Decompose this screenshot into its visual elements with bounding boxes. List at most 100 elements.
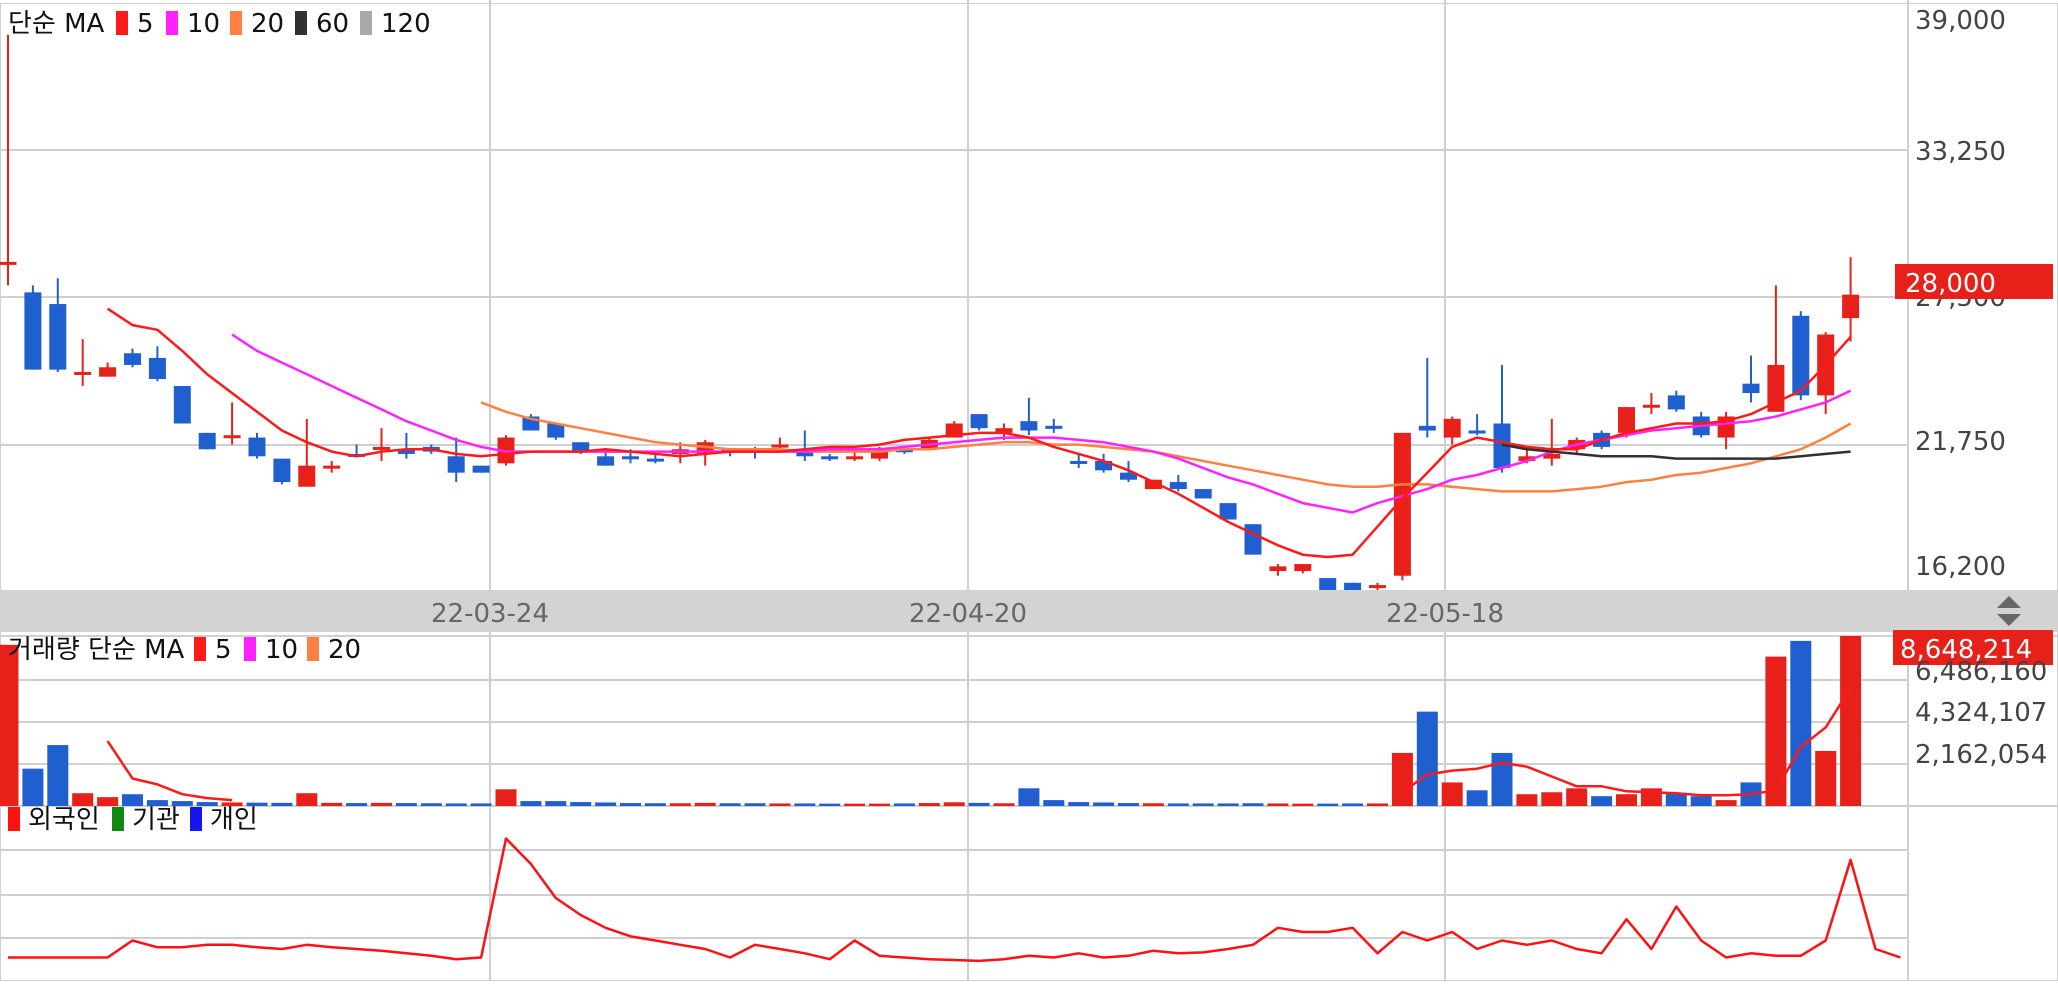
volume-bar	[1416, 711, 1438, 806]
volume-bar	[47, 745, 69, 806]
date-label: 22-04-20	[909, 599, 1027, 629]
volume-bar	[1167, 803, 1189, 806]
volume-bar	[570, 802, 592, 806]
volume-bar	[1192, 803, 1214, 806]
volume-bar	[0, 644, 19, 806]
candle-body	[970, 414, 988, 429]
volume-bar	[893, 803, 915, 806]
volume-bar	[1267, 803, 1289, 806]
date-label: 22-03-24	[431, 599, 549, 629]
volume-bar	[844, 803, 866, 806]
price-series	[0, 34, 1860, 597]
volume-bar	[1840, 636, 1862, 806]
volume-bar	[1591, 796, 1613, 806]
volume-bar	[1142, 803, 1164, 806]
legend-swatch-vma5	[194, 637, 206, 661]
legend-prefix: 단순 MA	[8, 9, 105, 39]
volume-bar	[22, 768, 44, 806]
legend-swatch-ma5	[116, 11, 128, 35]
volume-bar	[1068, 802, 1090, 806]
candle-body	[1294, 564, 1312, 572]
investor-legend: 외국인 기관 개인	[8, 805, 258, 835]
volume-bar	[1118, 803, 1139, 806]
volume-bar	[1765, 656, 1787, 806]
candle-body	[273, 458, 291, 483]
volume-bar	[346, 803, 368, 806]
candle-body	[1045, 425, 1063, 429]
volume-bar	[1566, 788, 1588, 806]
candle-body	[447, 456, 465, 473]
volume-bar	[545, 801, 567, 806]
stock-chart: 22-03-24 22-04-20 22-05-18 39,000 33,250…	[0, 0, 2058, 981]
ma20-line	[480, 401, 1852, 493]
volume-tick: 4,324,107	[1915, 698, 2047, 728]
candle-body	[1269, 566, 1287, 572]
price-grid	[0, 0, 1909, 980]
legend-label: 10	[187, 9, 220, 39]
date-axis-band	[0, 590, 2058, 632]
volume-bar	[1790, 640, 1812, 806]
volume-bar	[470, 803, 492, 806]
volume-bar	[1342, 803, 1364, 806]
candle-body	[1070, 460, 1088, 464]
volume-bar	[1441, 782, 1463, 806]
volume-bar	[1018, 788, 1040, 806]
volume-bar	[968, 802, 990, 806]
legend-swatch-vma10	[244, 637, 256, 661]
volume-bar	[1466, 790, 1488, 806]
legend-label: 20	[251, 9, 284, 39]
volume-bar	[744, 803, 766, 806]
investor-series	[8, 837, 1901, 963]
legend-swatch-institution	[112, 807, 124, 831]
volume-bar	[943, 802, 965, 806]
candle-body	[1194, 489, 1212, 499]
volume-bar	[1715, 800, 1737, 806]
candle-body	[1169, 482, 1187, 490]
volume-bar	[595, 802, 617, 806]
volume-bar	[1043, 800, 1065, 806]
candle-body	[74, 371, 92, 375]
volume-bar	[1217, 803, 1239, 806]
legend-label: 5	[215, 635, 232, 665]
candle-body	[1244, 524, 1262, 555]
candle-body	[1443, 418, 1461, 438]
candle-body	[1618, 407, 1635, 433]
candle-body	[597, 456, 615, 466]
volume-bar	[1516, 794, 1538, 806]
candle-body	[821, 456, 839, 460]
volume-bar	[1367, 803, 1388, 806]
volume-bar	[644, 803, 666, 806]
candle-body	[771, 444, 789, 448]
legend-prefix: 거래량 단순 MA	[8, 635, 185, 665]
volume-bar	[918, 803, 940, 806]
date-label: 22-05-18	[1386, 599, 1504, 629]
candle-body	[846, 456, 864, 460]
candle-body	[173, 386, 191, 424]
candle-body	[124, 353, 141, 365]
candle-body	[1742, 383, 1760, 394]
legend-swatch-foreign	[8, 807, 20, 831]
candle-body	[646, 458, 664, 462]
legend-label: 120	[381, 9, 431, 39]
legend-label: 5	[137, 9, 154, 39]
legend-swatch-vma20	[307, 637, 319, 661]
volume-bar	[1093, 802, 1115, 806]
price-tick: 33,250	[1915, 137, 2006, 167]
candle-body	[49, 304, 67, 370]
legend-label: 60	[316, 9, 349, 39]
candle-body	[323, 465, 341, 469]
volume-bar	[869, 803, 890, 806]
foreign-net-line	[8, 837, 1901, 963]
candle-body	[1842, 294, 1860, 319]
legend-swatch-ma120	[360, 11, 372, 35]
candle-body	[99, 367, 117, 377]
candle-body	[24, 292, 42, 370]
candle-body	[1369, 585, 1386, 589]
volume-bar	[1690, 796, 1712, 806]
candle-body	[1020, 421, 1038, 431]
volume-bar	[296, 793, 318, 806]
volume-bar	[719, 803, 741, 806]
volume-bar	[1491, 752, 1513, 806]
candle-body	[298, 465, 316, 487]
volume-ma5-line	[106, 687, 1852, 802]
